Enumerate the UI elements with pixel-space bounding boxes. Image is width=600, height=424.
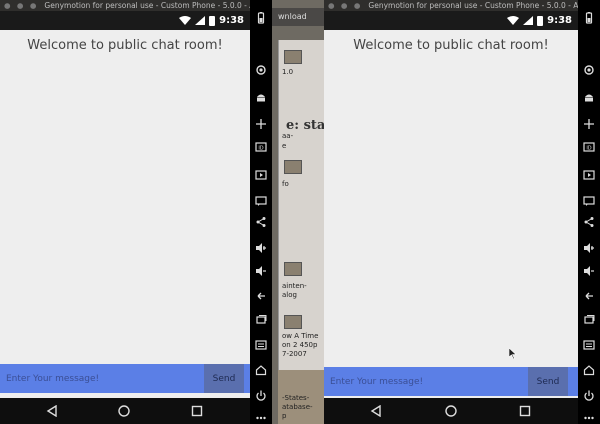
emulator-window-left: ● ● ● Genymotion for personal use - Custo… xyxy=(0,0,272,424)
battery-icon[interactable] xyxy=(583,12,595,24)
thumbnail[interactable] xyxy=(284,50,302,64)
desktop-item[interactable]: aa- xyxy=(282,132,293,141)
emulator-sidebar: ID xyxy=(578,0,600,424)
battery-icon xyxy=(209,15,216,26)
share-icon[interactable] xyxy=(255,216,267,228)
android-navbar xyxy=(324,398,578,424)
back-icon[interactable] xyxy=(44,403,60,419)
sms-icon[interactable] xyxy=(583,195,595,207)
power-icon[interactable] xyxy=(583,390,595,402)
recents-icon[interactable] xyxy=(583,314,595,326)
back-icon[interactable] xyxy=(368,403,384,419)
gps-icon[interactable] xyxy=(255,64,267,76)
thumbnail[interactable] xyxy=(284,160,302,174)
share-icon[interactable] xyxy=(583,216,595,228)
back-icon[interactable] xyxy=(255,290,267,302)
id-icon[interactable]: ID xyxy=(255,141,267,153)
welcome-title: Welcome to public chat room! xyxy=(353,38,549,53)
menu-icon[interactable] xyxy=(255,339,267,351)
desktop-item[interactable]: ainten- alog xyxy=(282,282,307,300)
desktop-item[interactable]: e xyxy=(282,142,286,151)
signal-icon xyxy=(195,16,206,25)
desktop-screen: wnload 1.0 e: star aa- e fo ainten- alog… xyxy=(0,0,600,424)
send-button[interactable]: Send xyxy=(528,367,568,396)
android-icon[interactable] xyxy=(583,91,595,103)
message-input[interactable] xyxy=(0,364,204,393)
send-button[interactable]: Send xyxy=(204,364,244,393)
volume-down-icon[interactable] xyxy=(255,265,267,277)
signal-icon xyxy=(523,16,534,25)
recents-icon[interactable] xyxy=(255,314,267,326)
menu-icon[interactable] xyxy=(583,339,595,351)
message-input[interactable] xyxy=(324,367,528,396)
wifi-icon xyxy=(179,16,192,25)
media-icon[interactable] xyxy=(583,169,595,181)
thumbnail[interactable] xyxy=(284,262,302,276)
message-bar: Send xyxy=(0,364,250,393)
emulator-sidebar: ID xyxy=(250,0,272,424)
svg-text:ID: ID xyxy=(586,146,591,152)
browser-tab[interactable]: wnload xyxy=(272,8,324,26)
battery-icon xyxy=(537,15,544,26)
thumbnail[interactable] xyxy=(284,315,302,329)
android-statusbar: 9:38 xyxy=(0,11,250,30)
desktop-item[interactable]: ow A Time on 2 450p 7-2007 xyxy=(282,332,318,359)
home-icon[interactable] xyxy=(443,403,459,419)
welcome-title: Welcome to public chat room! xyxy=(27,38,223,53)
chat-screen: Welcome to public chat room! Send xyxy=(324,30,578,398)
emulator-titlebar[interactable]: ● ● ● Genymotion for personal use - Custo… xyxy=(324,0,578,11)
recents-icon[interactable] xyxy=(517,403,533,419)
more-icon[interactable] xyxy=(255,412,267,424)
background-desktop: wnload 1.0 e: star aa- e fo ainten- alog… xyxy=(272,0,324,424)
desktop-item[interactable]: -States- atabase- p xyxy=(282,394,313,421)
window-controls[interactable]: ● ● ● xyxy=(328,0,362,11)
background-heading: e: star xyxy=(286,118,324,133)
move-icon[interactable] xyxy=(255,118,267,130)
emulator-title: Genymotion for personal use - Custom Pho… xyxy=(368,1,578,10)
media-icon[interactable] xyxy=(255,169,267,181)
emulator-titlebar[interactable]: ● ● ● Genymotion for personal use - Custo… xyxy=(0,0,250,11)
chat-screen: Welcome to public chat room! Send xyxy=(0,30,250,398)
gps-icon[interactable] xyxy=(583,64,595,76)
volume-up-icon[interactable] xyxy=(255,242,267,254)
move-icon[interactable] xyxy=(583,118,595,130)
home-icon[interactable] xyxy=(583,364,595,376)
volume-down-icon[interactable] xyxy=(583,265,595,277)
id-icon[interactable]: ID xyxy=(583,141,595,153)
desktop-item[interactable]: fo xyxy=(282,180,289,189)
android-navbar xyxy=(0,398,250,424)
desktop-item[interactable]: 1.0 xyxy=(282,68,293,77)
recents-icon[interactable] xyxy=(189,403,205,419)
back-icon[interactable] xyxy=(583,290,595,302)
android-icon[interactable] xyxy=(255,91,267,103)
sms-icon[interactable] xyxy=(255,195,267,207)
message-bar: Send xyxy=(324,367,578,396)
emulator-title: Genymotion for personal use - Custom Pho… xyxy=(44,1,250,10)
mouse-cursor-icon xyxy=(509,348,517,359)
clock: 9:38 xyxy=(547,15,572,26)
wifi-icon xyxy=(507,16,520,25)
power-icon[interactable] xyxy=(255,390,267,402)
battery-icon[interactable] xyxy=(255,12,267,24)
clock: 9:38 xyxy=(219,15,244,26)
svg-text:ID: ID xyxy=(258,146,263,152)
emulator-window-right: ● ● ● Genymotion for personal use - Custo… xyxy=(324,0,600,424)
android-statusbar: 9:38 xyxy=(324,11,578,30)
volume-up-icon[interactable] xyxy=(583,242,595,254)
home-icon[interactable] xyxy=(116,403,132,419)
window-controls[interactable]: ● ● ● xyxy=(4,0,38,11)
more-icon[interactable] xyxy=(583,412,595,424)
home-icon[interactable] xyxy=(255,364,267,376)
